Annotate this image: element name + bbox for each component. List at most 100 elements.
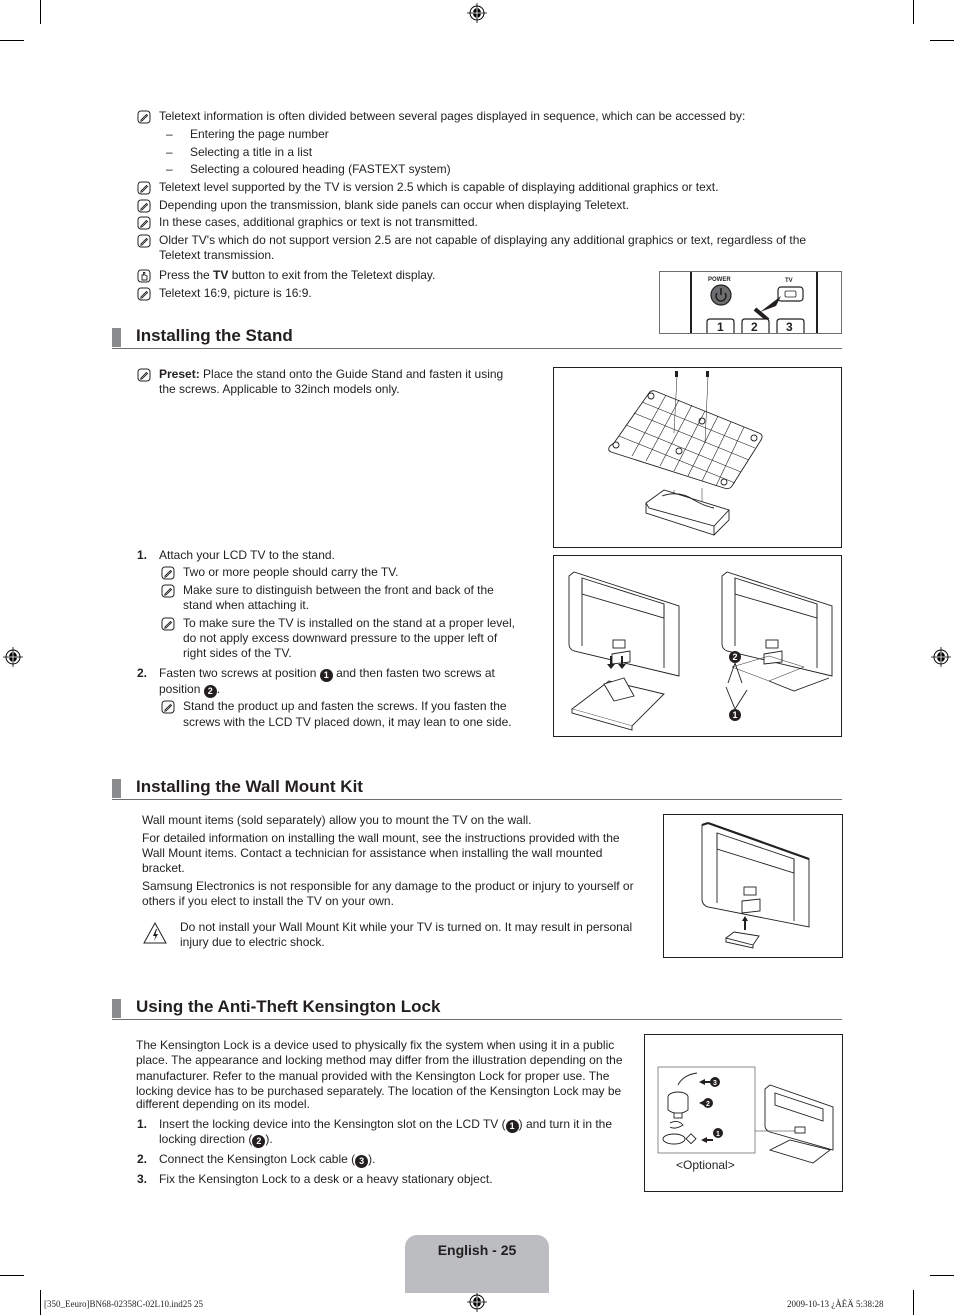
step-item: 1. Attach your LCD TV to the stand. xyxy=(137,548,335,563)
crop-mark xyxy=(0,40,24,41)
step-text: Attach your LCD TV to the stand. xyxy=(159,548,335,562)
page-number-tab: English - 25 xyxy=(405,1235,549,1293)
section-title: Using the Anti-Theft Kensington Lock xyxy=(136,997,441,1016)
heading-bar xyxy=(112,999,121,1018)
crop-mark xyxy=(40,0,41,24)
note-text: Press the TV button to exit from the Tel… xyxy=(159,268,436,282)
marker-2-label: 2 xyxy=(732,652,737,662)
wall-mount-figure xyxy=(663,814,843,958)
registration-mark-icon xyxy=(467,3,487,23)
paragraph: place. The appearance and locking method… xyxy=(136,1053,623,1067)
heading-bar xyxy=(112,328,121,347)
note-item: Teletext 16:9, picture is 16:9. xyxy=(137,286,312,301)
note-item: To make sure the TV is installed on the … xyxy=(161,616,515,631)
note-text: Preset: Place the stand onto the Guide S… xyxy=(159,367,504,381)
note-text-continued: Teletext transmission. xyxy=(159,248,275,262)
note-text: Teletext 16:9, picture is 16:9. xyxy=(159,286,312,300)
step-text: and then fasten two screws at xyxy=(332,666,495,680)
crop-mark xyxy=(913,0,914,24)
section-heading-wall-mount: Installing the Wall Mount Kit xyxy=(112,776,842,800)
marker-2-icon: 2 xyxy=(252,1135,266,1148)
paragraph: For detailed information on installing t… xyxy=(142,831,620,845)
note-icon xyxy=(161,584,175,598)
registration-mark-icon xyxy=(467,1292,487,1312)
step-text: ). xyxy=(368,1152,376,1166)
crop-mark xyxy=(913,1290,914,1315)
step-item: 2. Connect the Kensington Lock cable (3). xyxy=(137,1152,375,1168)
step-text: Fasten two screws at position xyxy=(159,666,320,680)
step-text: . xyxy=(216,682,221,696)
step-text-continued: position 2. xyxy=(159,682,220,698)
marker-2-icon: 2 xyxy=(203,685,217,698)
paragraph: different depending on its model. xyxy=(136,1097,310,1111)
note-text: In these cases, additional graphics or t… xyxy=(159,215,478,229)
paragraph: others if you elect to install the TV on… xyxy=(142,894,394,908)
heading-bar xyxy=(112,779,121,798)
note-icon xyxy=(137,287,151,301)
note-item: Press the TV button to exit from the Tel… xyxy=(137,268,435,283)
note-text-continued: the screws. Applicable to 32inch models … xyxy=(159,382,400,396)
step-number: 2. xyxy=(137,1152,148,1166)
crop-mark xyxy=(0,1275,24,1276)
note-item: Depending upon the transmission, blank s… xyxy=(137,198,629,213)
warning-icon xyxy=(143,921,167,944)
note-text: To make sure the TV is installed on the … xyxy=(183,616,515,630)
step-item: 2. Fasten two screws at position 1 and th… xyxy=(137,666,495,682)
section-heading-stand: Installing the Stand xyxy=(112,325,842,349)
tv-stand-attach-figure: 2 1 xyxy=(553,555,842,737)
dash-item: – Selecting a title in a list xyxy=(166,145,313,159)
marker-3-label: 3 xyxy=(713,1080,717,1087)
print-slug-left: [350_Eeuro]BN68-02358C-02L10.ind25 25 xyxy=(44,1299,203,1309)
marker-1-label: 1 xyxy=(732,710,737,720)
note-item: Make sure to distinguish between the fro… xyxy=(161,583,494,598)
paragraph: Wall mount items (sold separately) allow… xyxy=(142,813,532,827)
marker-2-label: 2 xyxy=(706,1101,710,1108)
note-text: Make sure to distinguish between the fro… xyxy=(183,583,494,597)
paragraph: Samsung Electronics is not responsible f… xyxy=(142,879,634,893)
print-slug-right: 2009-10-13 ¿ÀÈÄ 5:38:28 xyxy=(787,1299,884,1309)
note-icon xyxy=(137,199,151,213)
step-number: 2. xyxy=(137,666,148,680)
note-text-continued: screws with the LCD TV placed down, it m… xyxy=(183,715,512,729)
registration-mark-icon xyxy=(3,647,23,667)
step-text: ). xyxy=(265,1132,273,1146)
step-text-continued: locking direction (2). xyxy=(159,1132,273,1148)
note-text: Stand the product up and fasten the scre… xyxy=(183,699,507,713)
marker-1-icon: 1 xyxy=(319,669,333,682)
dash-text: Selecting a title in a list xyxy=(190,145,313,159)
note-item: Teletext information is often divided be… xyxy=(137,109,745,124)
step-text: locking direction ( xyxy=(159,1132,253,1146)
note-item: Teletext level supported by the TV is ve… xyxy=(137,180,718,195)
step-number: 1. xyxy=(137,548,148,562)
press-button-icon xyxy=(137,269,151,283)
note-text: Two or more people should carry the TV. xyxy=(183,565,399,579)
marker-1-icon: 1 xyxy=(505,1120,519,1133)
crop-mark xyxy=(930,1275,954,1276)
step-text: Insert the locking device into the Kensi… xyxy=(159,1117,506,1131)
note-icon xyxy=(137,181,151,195)
step-number: 3. xyxy=(137,1172,148,1186)
wall-mount-illustration xyxy=(701,821,810,949)
note-item: Preset: Place the stand onto the Guide S… xyxy=(137,367,503,382)
optional-label: <Optional> xyxy=(676,1158,735,1172)
paragraph: The Kensington Lock is a device used to … xyxy=(136,1038,615,1052)
step-text: Connect the Kensington Lock cable ( xyxy=(159,1152,356,1166)
dash-item: – Selecting a coloured heading (FASTEXT s… xyxy=(166,162,451,176)
note-text: Older TV's which do not support version … xyxy=(159,233,807,247)
page-number: English - 25 xyxy=(437,1242,517,1258)
section-heading-kensington: Using the Anti-Theft Kensington Lock xyxy=(112,996,842,1020)
paragraph: bracket. xyxy=(142,861,185,875)
note-item: Two or more people should carry the TV. xyxy=(161,565,398,580)
tv-label: TV xyxy=(785,278,793,284)
note-text: Teletext information is often divided be… xyxy=(159,109,746,123)
note-icon xyxy=(137,234,151,248)
crop-mark xyxy=(40,1290,41,1315)
power-label: POWER xyxy=(708,277,731,283)
note-icon xyxy=(137,110,151,124)
note-text-continued: right sides of the TV. xyxy=(183,646,292,660)
section-title: Installing the Stand xyxy=(136,326,293,345)
dash-item: – Entering the page number xyxy=(166,127,329,141)
step-text: ) and turn it in the xyxy=(518,1117,613,1131)
warning-text: Do not install your Wall Mount Kit while… xyxy=(180,920,633,934)
note-item: Older TV's which do not support version … xyxy=(137,233,806,248)
